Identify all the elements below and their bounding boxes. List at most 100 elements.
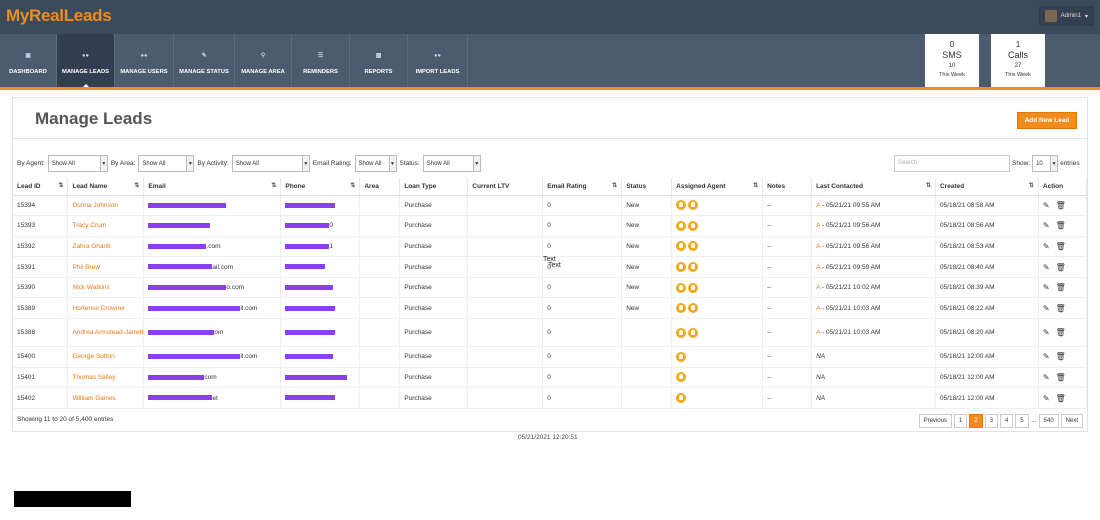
nav-manage-status[interactable]: ✎ MANAGE STATUS [174, 34, 235, 87]
sort-icon[interactable]: ⇅ [350, 182, 355, 189]
agent-filter-select[interactable]: Show All ▼ [47, 155, 108, 172]
lead-name-link[interactable]: Tracy Crum [72, 222, 106, 229]
table-row[interactable]: 15388 Andrea Armstead-Jarrett om Purchase 0 -… [13, 318, 1088, 348]
column-header-current-ltv[interactable]: Current LTV [467, 178, 544, 196]
page-size-select[interactable]: 10 ▼ [1032, 155, 1059, 172]
lead-name-link[interactable]: Phil Brew [72, 264, 99, 271]
lead-name-link[interactable]: Andrea Armstead-Jarrett [72, 329, 143, 336]
nav-manage-leads[interactable]: ●● MANAGE LEADS [57, 34, 115, 88]
column-header-assigned-agent[interactable]: Assigned Agent ⇅ [671, 178, 764, 196]
agent-avatar-icon[interactable] [676, 393, 687, 404]
trash-icon[interactable]: 🗑 [1056, 263, 1066, 272]
app-logo[interactable]: MyRealLeads [6, 6, 112, 26]
page-button[interactable]: 1 [953, 414, 968, 428]
trash-icon[interactable]: 🗑 [1056, 394, 1066, 403]
agent-avatar-icon[interactable] [688, 200, 699, 211]
search-input[interactable]: Search [894, 155, 1010, 172]
agent-avatar-icon[interactable] [688, 303, 699, 314]
add-lead-button[interactable]: Add New Lead [1017, 112, 1077, 129]
column-header-status[interactable]: Status [621, 178, 673, 196]
area-filter-select[interactable]: Show All ▼ [138, 155, 195, 172]
page-button[interactable]: 5 [1015, 414, 1029, 428]
calls-stat[interactable]: 1 Calls 27 This Week [991, 34, 1045, 87]
column-header-action[interactable]: Action [1038, 178, 1088, 196]
edit-icon[interactable]: ✎ [1043, 242, 1050, 251]
column-header-notes[interactable]: Notes [762, 178, 813, 196]
page-button[interactable]: 4 [999, 414, 1014, 428]
lead-name-link[interactable]: Zahra Gharib [72, 243, 110, 250]
edit-icon[interactable]: ✎ [1043, 352, 1050, 361]
nav-dashboard[interactable]: ▣ DASHBOARD [0, 34, 57, 87]
agent-avatar-icon[interactable] [676, 220, 687, 231]
prev-page-button[interactable]: Previous [918, 414, 952, 428]
trash-icon[interactable]: 🗑 [1056, 328, 1066, 337]
edit-icon[interactable]: ✎ [1043, 201, 1050, 210]
trash-icon[interactable]: 🗑 [1056, 283, 1066, 292]
table-row[interactable]: 15401 Thomas Salley com Purchase 0 -- NA 05/18/… [13, 367, 1088, 389]
column-header-created[interactable]: Created ⇅ [935, 178, 1039, 196]
column-header-loan-type[interactable]: Loan Type [399, 178, 469, 196]
page-button[interactable]: 3 [984, 414, 998, 428]
sort-icon[interactable]: ⇅ [926, 182, 931, 189]
agent-avatar-icon[interactable] [676, 351, 687, 362]
trash-icon[interactable]: 🗑 [1056, 352, 1066, 361]
agent-avatar-icon[interactable] [676, 262, 687, 273]
table-row[interactable]: 15390 Nick Watkins o.com Purchase 0 New -- A - … [13, 277, 1088, 299]
nav-reports[interactable]: ▩ REPORTS [350, 34, 408, 87]
edit-icon[interactable]: ✎ [1043, 394, 1050, 403]
lead-name-link[interactable]: Hortense Crowner [72, 305, 125, 312]
table-row[interactable]: 15392 Zahra Gharib .com 1 Purchase 0 New -- A - … [13, 236, 1088, 258]
column-header-email[interactable]: Email ⇅ [143, 178, 282, 196]
agent-avatar-icon[interactable] [676, 372, 687, 383]
edit-icon[interactable]: ✎ [1043, 283, 1050, 292]
edit-icon[interactable]: ✎ [1043, 221, 1050, 230]
table-row[interactable]: 15394 Donna Johnson Purchase 0 New -- A - 05/2… [13, 195, 1088, 217]
page-button[interactable]: 2 [969, 414, 983, 428]
agent-avatar-icon[interactable] [676, 327, 687, 338]
lead-name-link[interactable]: Donna Johnson [72, 202, 118, 209]
lead-name-link[interactable]: Thomas Salley [72, 374, 115, 381]
nav-manage-area[interactable]: ⚲ MANAGE AREA [235, 34, 292, 87]
nav-reminders[interactable]: ☰ REMINDERS [292, 34, 350, 87]
next-page-button[interactable]: Next [1060, 414, 1083, 428]
agent-avatar-icon[interactable] [676, 282, 687, 293]
user-menu[interactable]: Admin1 ▾ [1038, 6, 1094, 26]
column-header-lead-id[interactable]: Lead ID ⇅ [13, 178, 69, 196]
table-row[interactable]: 15393 Tracy Crum 0 Purchase 0 New -- A - 05/21/… [13, 215, 1088, 237]
column-header-phone[interactable]: Phone ⇅ [280, 178, 361, 196]
agent-avatar-icon[interactable] [688, 327, 699, 338]
edit-icon[interactable]: ✎ [1043, 263, 1050, 272]
page-button[interactable]: 540 [1038, 414, 1059, 428]
column-header-lead-name[interactable]: Lead Name ⇅ [67, 178, 145, 196]
agent-avatar-icon[interactable] [688, 241, 699, 252]
status-filter-select[interactable]: Show All ▼ [422, 155, 481, 172]
agent-avatar-icon[interactable] [688, 282, 699, 293]
agent-avatar-icon[interactable] [676, 303, 687, 314]
sort-icon[interactable]: ⇅ [134, 182, 139, 189]
trash-icon[interactable]: 🗑 [1056, 201, 1066, 210]
lead-name-link[interactable]: Nick Watkins [72, 284, 109, 291]
agent-avatar-icon[interactable] [676, 241, 687, 252]
trash-icon[interactable]: 🗑 [1056, 221, 1066, 230]
sort-icon[interactable]: ⇅ [1029, 182, 1034, 189]
agent-avatar-icon[interactable] [688, 262, 699, 273]
lead-name-link[interactable]: George Sutton [72, 353, 114, 360]
sort-icon[interactable]: ⇅ [271, 182, 276, 189]
sms-stat[interactable]: 0 SMS 10 This Week [925, 34, 979, 87]
lead-name-link[interactable]: William Gaines [72, 395, 115, 402]
edit-icon[interactable]: ✎ [1043, 328, 1050, 337]
trash-icon[interactable]: 🗑 [1056, 373, 1066, 382]
sort-icon[interactable]: ⇅ [612, 182, 617, 189]
column-header-area[interactable]: Area [359, 178, 401, 196]
activity-filter-select[interactable]: Show All ▼ [231, 155, 310, 172]
nav-manage-users[interactable]: ●● MANAGE USERS [115, 34, 174, 87]
nav-import-leads[interactable]: ●● IMPORT LEADS [408, 34, 468, 87]
table-row[interactable]: 15389 Hortense Crowner il.com Purchase 0 New -… [13, 297, 1088, 320]
sort-icon[interactable]: ⇅ [58, 182, 63, 189]
sort-icon[interactable]: ⇅ [753, 182, 758, 189]
trash-icon[interactable]: 🗑 [1056, 304, 1066, 313]
agent-avatar-icon[interactable] [688, 220, 699, 231]
table-row[interactable]: 15402 William Gaines et Purchase 0 -- NA 05/18/… [13, 387, 1088, 409]
trash-icon[interactable]: 🗑 [1056, 242, 1066, 251]
agent-avatar-icon[interactable] [676, 200, 687, 211]
